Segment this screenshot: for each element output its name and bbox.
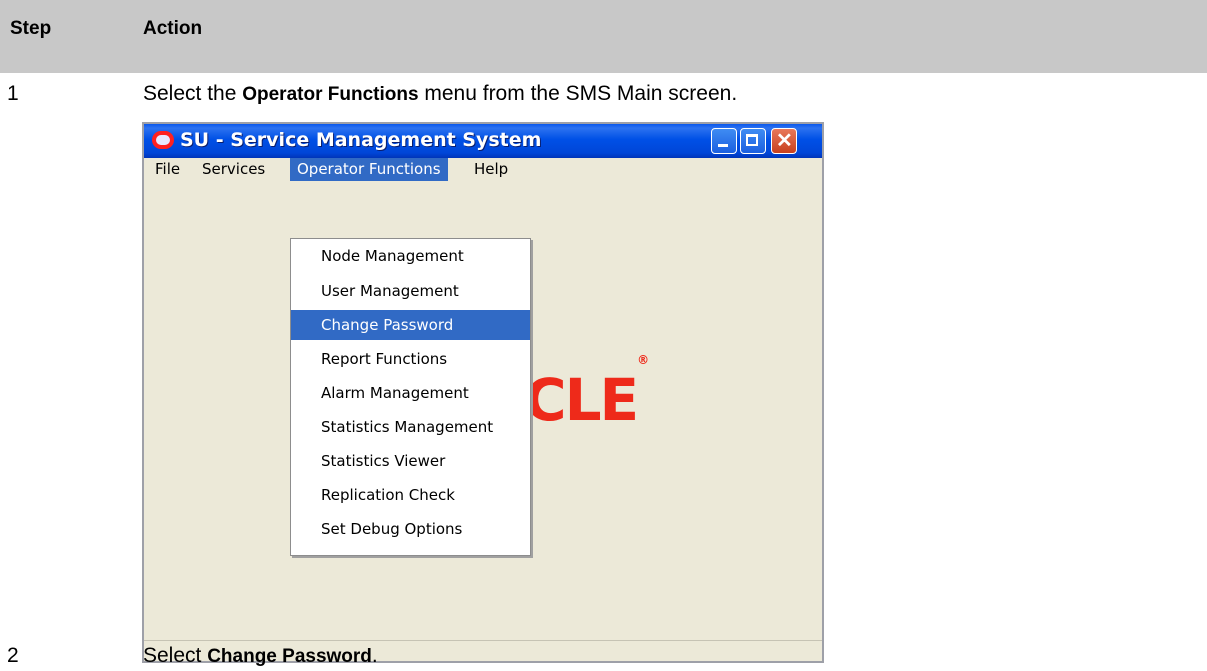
menu-operator-functions[interactable]: Operator Functions — [290, 158, 448, 181]
menu-services[interactable]: Services — [195, 158, 272, 181]
menu-item-report-functions[interactable]: Report Functions — [291, 344, 530, 374]
close-button[interactable]: ✕ — [771, 128, 797, 154]
step-number-1: 1 — [7, 82, 19, 105]
menu-item-change-password[interactable]: Change Password — [291, 310, 530, 340]
sms-main-window: SU - Service Management System ✕ File Se… — [142, 122, 824, 663]
window-title: SU - Service Management System — [180, 129, 542, 151]
window-titlebar[interactable]: SU - Service Management System ✕ — [144, 124, 822, 158]
table-header-row: Step Action — [0, 0, 1207, 73]
minimize-button[interactable] — [711, 128, 737, 154]
window-client-area: CLE® Node Management User Management Cha… — [144, 181, 822, 661]
menu-item-replication-check[interactable]: Replication Check — [291, 480, 530, 510]
menu-item-set-debug-options[interactable]: Set Debug Options — [291, 514, 530, 544]
menu-bar: File Services Operator Functions Help — [144, 158, 822, 181]
menu-item-alarm-management[interactable]: Alarm Management — [291, 378, 530, 408]
step-number-2: 2 — [7, 644, 19, 667]
oracle-app-icon — [152, 131, 174, 149]
menu-file[interactable]: File — [148, 158, 187, 181]
menu-item-reference: Change Password — [207, 646, 372, 667]
maximize-button[interactable] — [740, 128, 766, 154]
oracle-logo: CLE® — [524, 352, 650, 434]
action-column-header: Action — [143, 18, 203, 39]
menu-item-statistics-management[interactable]: Statistics Management — [291, 412, 530, 442]
step-column-header: Step — [10, 18, 52, 39]
menu-reference: Operator Functions — [242, 84, 419, 105]
menu-item-user-management[interactable]: User Management — [291, 276, 530, 306]
close-icon: ✕ — [776, 130, 793, 152]
step-instruction-1: Select the Operator Functions menu from … — [143, 82, 738, 105]
step-instruction-2: Select Change Password. — [143, 644, 378, 667]
menu-help[interactable]: Help — [467, 158, 515, 181]
menu-item-node-management[interactable]: Node Management — [291, 241, 530, 271]
menu-item-statistics-viewer[interactable]: Statistics Viewer — [291, 446, 530, 476]
operator-functions-dropdown: Node Management User Management Change P… — [290, 238, 531, 556]
